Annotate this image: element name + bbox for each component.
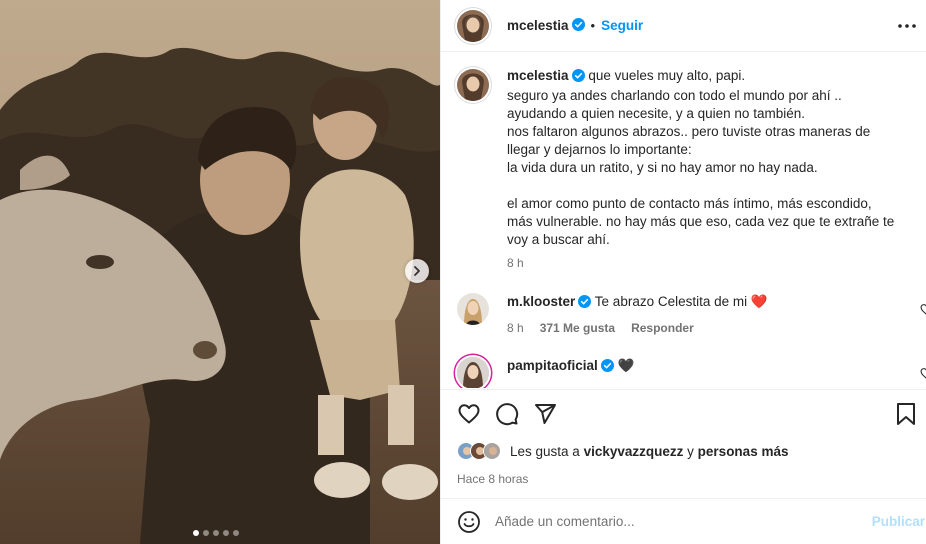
caption-username[interactable]: mcelestia [507,68,569,83]
carousel-dot [193,530,199,536]
comment-time[interactable]: 8 h [507,319,524,337]
likes-others[interactable]: personas más [698,444,789,459]
comment-like-heart-icon[interactable] [920,367,926,383]
reply-button[interactable]: Responder [631,319,694,337]
comment-emoji: 🖤 [617,358,635,373]
comment-like-heart-icon[interactable] [920,303,926,319]
comment-emoji: ❤️ [750,294,768,309]
caption-line: la vida dura un ratito, y si no hay amor… [507,160,818,175]
caption-avatar[interactable] [457,69,489,101]
emoji-button[interactable] [457,510,481,534]
likes-summary[interactable]: Les gusta a vickyvazzquezz y personas má… [457,442,788,460]
likes-prefix: Les gusta a [510,443,580,459]
comment-item: m.klooster Te abrazo Celestita de mi ❤️ … [457,293,926,337]
post-actions: Les gusta a vickyvazzquezz y personas má… [441,389,926,486]
carousel-dot [223,530,229,536]
carousel-dot [213,530,219,536]
post-photo[interactable] [0,0,440,544]
author-username[interactable]: mcelestia [507,18,569,33]
liker-avatars [457,442,501,460]
verified-badge-icon [571,69,585,87]
vintage-photo-image [0,0,440,544]
share-button[interactable] [533,402,557,426]
smiley-icon [458,510,480,533]
carousel-dot [233,530,239,536]
caption-line: nos faltaron algunos abrazos.. pero tuvi… [507,124,871,139]
likes-connector: y [687,443,694,459]
instagram-post: mcelestia • Seguir mcelestia que vueles … [0,0,926,544]
save-button[interactable] [895,402,917,426]
caption-line: voy a buscar ahí. [507,232,610,247]
post-header: mcelestia • Seguir [441,0,926,52]
next-photo-button[interactable] [405,259,429,283]
comments-section[interactable]: mcelestia que vueles muy alto, papi. seg… [441,53,926,388]
comment-likes[interactable]: 371 Me gusta [540,319,615,337]
caption-line: seguro ya andes charlando con todo el mu… [507,88,842,103]
publish-button[interactable]: Publicar [872,514,925,529]
comment-item: pampitaoficial 🖤 [457,357,926,388]
comment-icon [496,403,519,426]
caption-timestamp[interactable]: 8 h [507,254,917,272]
post-time-ago[interactable]: Hace 8 horas [457,472,528,486]
avatar-image [457,293,489,325]
more-options-button[interactable] [895,14,919,38]
carousel-indicator [193,530,239,536]
comment-body: pampitaoficial 🖤 [507,357,634,388]
comment-input[interactable] [495,514,855,529]
avatar-image [457,9,489,42]
likes-user[interactable]: vickyvazzquezz [584,444,684,459]
add-comment-bar: Publicar [441,498,926,544]
caption-line: ayudando a quien necesite, y a quien no … [507,106,805,121]
like-button[interactable] [457,402,481,426]
commenter-avatar-story-ring[interactable] [457,357,489,388]
more-horizontal-icon [898,24,916,28]
verified-badge-icon [600,359,614,377]
post-side-panel: mcelestia • Seguir mcelestia que vueles … [440,0,926,544]
send-icon [535,404,556,424]
comment-text: Te abrazo Celestita de mi [594,294,748,309]
caption-blank-line: ​ [507,177,917,195]
action-buttons [457,402,557,426]
liker-avatar [483,442,501,460]
bookmark-icon [897,403,915,425]
commenter-username[interactable]: pampitaoficial [507,358,598,373]
avatar-image [457,357,489,388]
header-separator: • [590,18,596,33]
verified-badge-icon [571,17,585,34]
verified-badge-icon [578,295,592,313]
chevron-right-icon [414,266,420,276]
avatar-image [457,69,489,101]
commenter-username[interactable]: m.klooster [507,294,575,309]
caption-first-line: mcelestia que vueles muy alto, papi. [507,67,917,87]
post-caption: mcelestia que vueles muy alto, papi. seg… [457,67,917,272]
caption-line: que vueles muy alto, papi. [588,68,746,83]
caption-line: llegar y dejarnos lo importante: [507,142,692,157]
commenter-avatar[interactable] [457,293,489,325]
comment-meta: 8 h 371 Me gusta Responder [507,319,768,337]
caption-line: el amor como punto de contacto más íntim… [507,196,872,211]
follow-button[interactable]: Seguir [601,18,643,33]
comment-button[interactable] [495,402,519,426]
author-avatar[interactable] [457,9,489,42]
caption-line: más vulnerable. no hay más que eso, cada… [507,214,895,229]
caption-body: mcelestia que vueles muy alto, papi. seg… [507,67,917,272]
carousel-dot [203,530,209,536]
comment-body: m.klooster Te abrazo Celestita de mi ❤️ … [507,293,768,337]
heart-icon [458,404,480,424]
